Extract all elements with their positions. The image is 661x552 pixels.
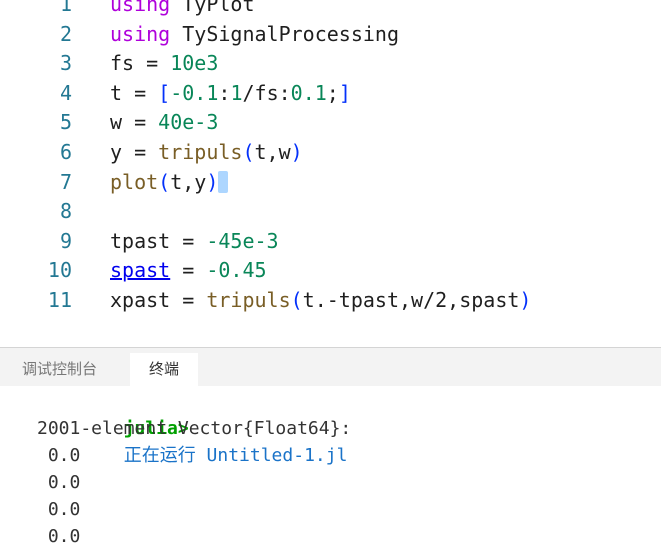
code-token: tripuls [206,288,291,312]
code-token: ( [290,288,303,312]
terminal-output-line: 0.0 [37,445,81,466]
code-text[interactable]: tpast = -45e-3 [110,226,279,256]
code-line[interactable]: 8 [0,196,661,226]
terminal-output-line: 0.0 [37,526,81,547]
code-token: ; [326,80,339,105]
code-token: -45e-3 [206,228,279,253]
code-line[interactable]: 9 tpast = -45e-3 [0,226,661,256]
line-number: 3 [59,51,72,76]
code-line[interactable]: 3 fs = 10e3 [0,48,661,78]
code-token: 1 [230,80,243,105]
code-text[interactable]: spast = -0.45 [110,255,267,285]
tab-terminal[interactable]: 终端 [130,353,198,386]
code-token: t.-tpast,w/2,spast [302,288,520,312]
code-line[interactable]: 6 y = tripuls(t,w) [0,137,661,167]
code-token: : [218,80,231,105]
code-token: 0.1 [290,80,327,105]
line-number: 5 [59,110,72,135]
tab-debug-console[interactable]: 调试控制台 [22,353,114,386]
code-text[interactable]: t = [-0.1:1/fs:0.1;] [110,78,351,108]
identifier-link[interactable]: spast [110,258,170,282]
line-number: 11 [47,288,72,312]
code-token: /fs: [242,80,291,105]
code-token: tpast = [110,228,207,253]
code-token: fs = [110,51,171,76]
line-number: 10 [47,258,72,283]
code-token: 40e-3 [158,110,219,135]
code-token: t,w [254,140,291,164]
code-token: w = [110,110,159,135]
code-text[interactable]: using TyPlot [110,0,255,19]
code-line[interactable]: 11 xpast = tripuls(t.-tpast,w/2,spast) [0,285,661,315]
line-number: 1 [59,0,72,16]
code-token: -0.45 [206,258,267,283]
code-token: = [170,258,207,283]
code-token: TySignalProcessing [170,21,399,46]
code-line[interactable]: 2 using TySignalProcessing [0,19,661,49]
code-token: xpast = [110,288,207,312]
running-file-text: 正在运行 Untitled-1.jl [123,445,348,466]
code-token: TyPlot [170,0,255,16]
code-token: ] [338,80,351,105]
code-token: ) [206,169,219,194]
line-number: 6 [59,140,72,164]
code-token: t,y [170,169,207,194]
code-line[interactable]: 7 plot(t,y) [0,167,661,197]
code-token: using [110,0,171,16]
line-number: 2 [59,21,72,46]
code-text[interactable]: fs = 10e3 [110,48,218,78]
code-line[interactable]: 10 spast = -0.45 [0,255,661,285]
line-number: 4 [59,80,72,105]
code-line[interactable]: 5 w = 40e-3 [0,107,661,137]
code-text[interactable]: using TySignalProcessing [110,19,399,49]
code-token: -0.1 [170,80,219,105]
panel-tab-bar: 调试控制台 终端 [0,347,661,386]
code-line[interactable]: 4 t = [-0.1:1/fs:0.1;] [0,78,661,108]
code-token: tripuls [158,140,243,164]
code-token: ( [242,140,255,164]
code-text[interactable]: y = tripuls(t,w) [110,137,303,167]
text-cursor [218,170,229,193]
terminal-output-line: 0.0 [37,499,81,520]
line-number: 9 [59,228,72,253]
code-line[interactable]: 1 using TyPlot [0,0,661,19]
code-text[interactable]: plot(t,y) [110,167,229,197]
terminal-output[interactable]: julia> 正在运行 Untitled-1.jl 2001-element V… [0,386,661,552]
line-number: 8 [59,199,72,224]
code-token: ) [290,140,303,164]
bottom-panel: 调试控制台 终端 julia> 正在运行 Untitled-1.jl 2001-… [0,347,661,552]
code-editor[interactable]: 1 using TyPlot 2 using TySignalProcessing 3 f… [0,0,661,347]
code-token: ( [158,169,171,194]
code-token: plot [110,169,159,194]
line-number: 7 [59,169,72,194]
terminal-prompt-line: julia> 正在运行 Untitled-1.jl [37,388,348,466]
vscode-window: 1 using TyPlot 2 using TySignalProcessing 3 f… [0,0,661,552]
code-token: [ [158,80,171,105]
code-text[interactable]: xpast = tripuls(t.-tpast,w/2,spast) [110,285,531,315]
code-text[interactable]: w = 40e-3 [110,107,218,137]
code-token: 10e3 [170,51,219,76]
terminal-output-line: 2001-element Vector{Float64}: [37,418,352,439]
code-token: t = [110,80,159,105]
code-token: ) [519,288,532,312]
code-token: using [110,21,171,46]
terminal-output-line: 0.0 [37,472,81,493]
code-token: y = [110,140,159,164]
